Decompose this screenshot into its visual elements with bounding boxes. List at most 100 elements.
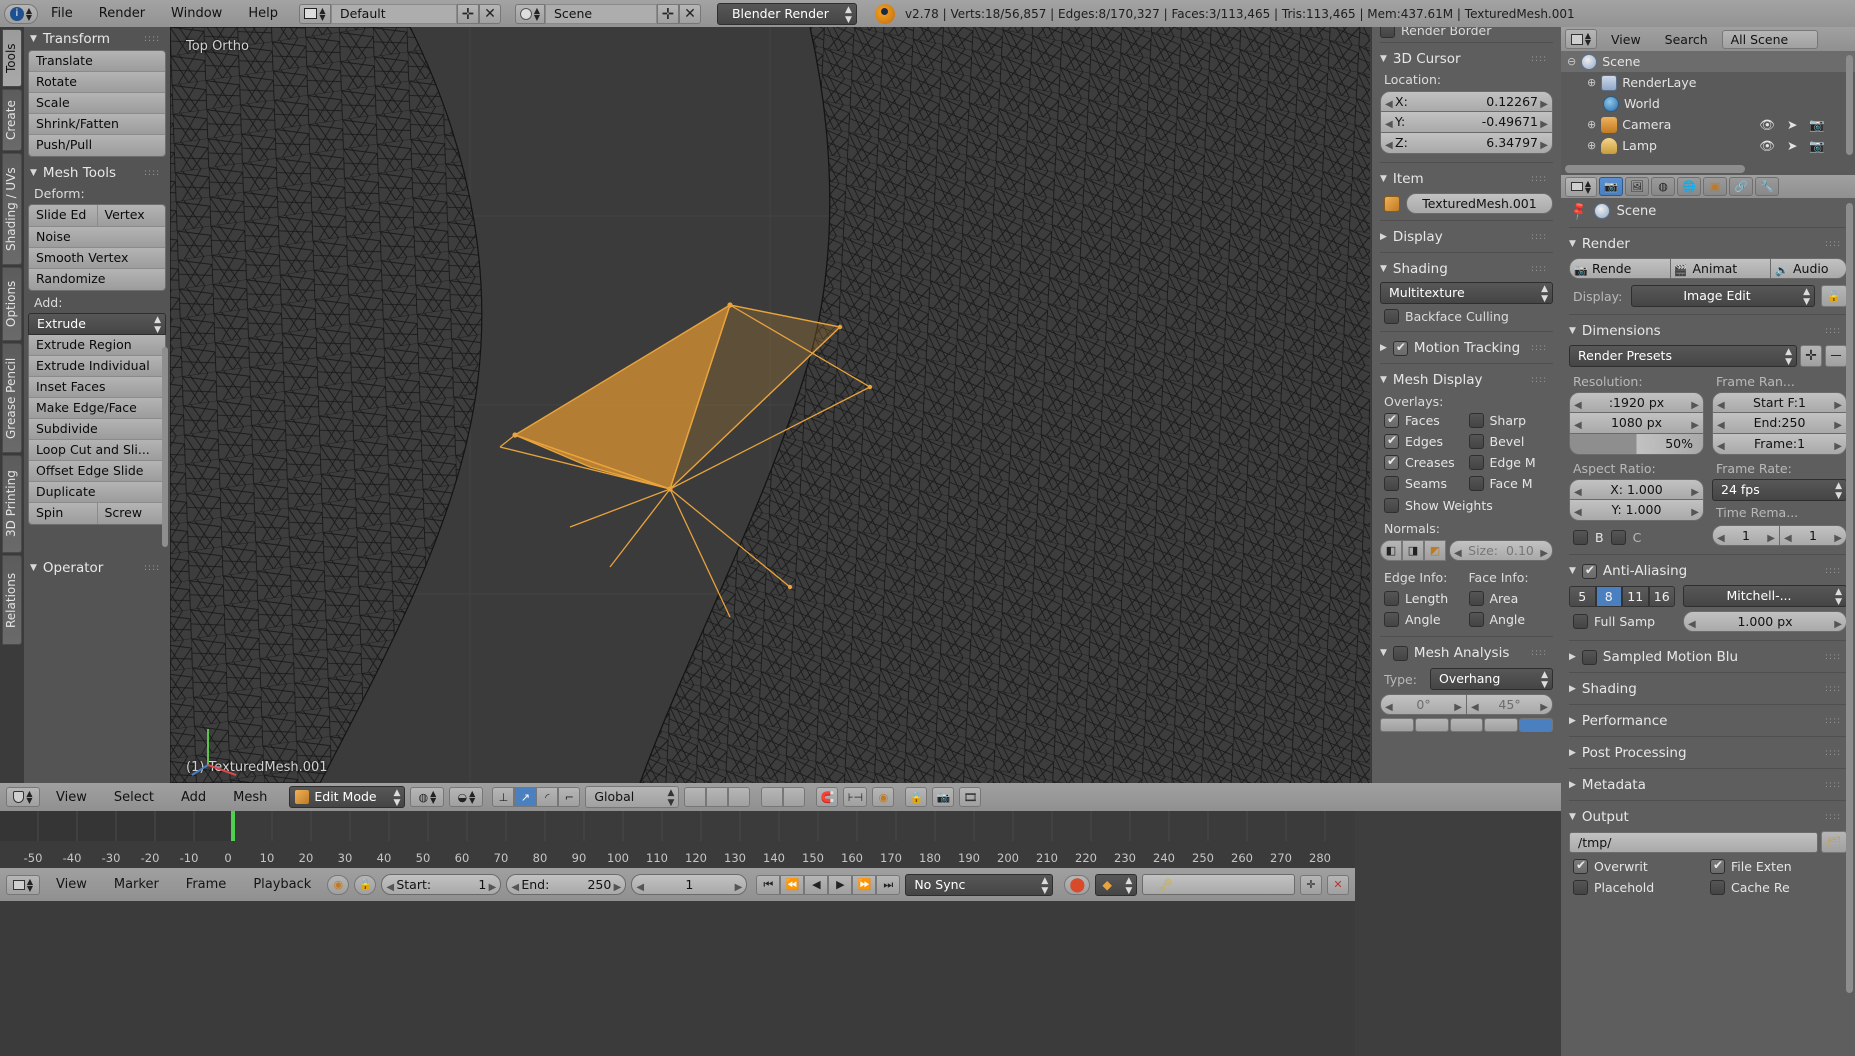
panel-header-dimensions[interactable]: ▼ Dimensions :::: bbox=[1569, 319, 1847, 342]
decrement-arrow-icon[interactable]: ◀ bbox=[1784, 529, 1792, 545]
normals-size-field[interactable]: ◀ Size: 0.10 ▶ bbox=[1449, 540, 1553, 561]
motion-tracking-checkbox[interactable] bbox=[1392, 340, 1408, 356]
increment-arrow-icon[interactable]: ▶ bbox=[1691, 416, 1699, 433]
outliner-row-scene[interactable]: ⊖ Scene bbox=[1561, 51, 1855, 72]
offset-edge-slide-button[interactable]: Offset Edge Slide bbox=[29, 461, 165, 482]
menu-help[interactable]: Help bbox=[235, 0, 291, 27]
add-screen-icon[interactable]: ✛ bbox=[456, 3, 479, 24]
outliner-row-world[interactable]: World bbox=[1561, 93, 1855, 114]
delete-screen-icon[interactable]: ✕ bbox=[478, 3, 501, 24]
menu-render[interactable]: Render bbox=[86, 0, 158, 27]
outliner-row-camera[interactable]: ⊕ Camera 👁 ➤ 📷 bbox=[1561, 114, 1855, 135]
properties-tab-modifiers[interactable]: 🔧 bbox=[1755, 177, 1779, 196]
layer-button-3[interactable] bbox=[728, 787, 751, 807]
analysis-min-angle-field[interactable]: ◀ 0° ▶ bbox=[1380, 694, 1467, 715]
layer-button-1[interactable] bbox=[684, 787, 707, 807]
extrude-region-button[interactable]: Extrude Region bbox=[29, 335, 165, 356]
decrement-arrow-icon[interactable]: ◀ bbox=[1385, 136, 1393, 153]
edges-checkbox[interactable] bbox=[1384, 433, 1399, 449]
auto-key-icon[interactable]: ◉ bbox=[327, 874, 350, 895]
properties-tab-constraints[interactable]: 🔗 bbox=[1729, 177, 1753, 196]
face-select-icon[interactable]: ◜ bbox=[536, 787, 559, 807]
tooltab-create[interactable]: Create bbox=[2, 89, 22, 151]
panel-header-operator[interactable]: ▼ Operator :::: bbox=[28, 556, 166, 579]
panel-header-render[interactable]: ▼ Render :::: bbox=[1569, 232, 1847, 255]
increment-arrow-icon[interactable]: ▶ bbox=[1834, 416, 1842, 433]
panel-header-shading[interactable]: ▼ Shading :::: bbox=[1380, 257, 1553, 280]
outliner-row-lamp[interactable]: ⊕ Lamp 👁 ➤ 📷 bbox=[1561, 135, 1855, 156]
outliner-editor[interactable]: ▲ ▼ View Search All Scene ⊖ Scene ⊕ Rende… bbox=[1561, 27, 1855, 175]
increment-arrow-icon[interactable]: ▶ bbox=[1540, 136, 1548, 153]
drag-grip-icon[interactable]: :::: bbox=[1531, 233, 1547, 242]
push-pull-button[interactable]: Push/Pull bbox=[29, 135, 165, 156]
drag-grip-icon[interactable]: :::: bbox=[1825, 781, 1841, 790]
render-border-checkbox[interactable] bbox=[1380, 27, 1395, 38]
screen-layout-name[interactable]: Default bbox=[330, 3, 457, 24]
file-extensions-row[interactable]: File Exten bbox=[1710, 858, 1847, 874]
drag-grip-icon[interactable]: :::: bbox=[1825, 685, 1841, 694]
aspect-x-field[interactable]: ◀ X: 1.000 ▶ bbox=[1569, 479, 1704, 500]
eye-icon[interactable]: 👁 bbox=[1759, 117, 1775, 133]
outliner-menu-search[interactable]: Search bbox=[1655, 32, 1718, 47]
frame-step-field[interactable]: ◀ Frame:1 ▶ bbox=[1712, 434, 1847, 455]
proportional-edit-icon[interactable]: ⌐ bbox=[558, 787, 581, 807]
play-icon[interactable]: ▶ bbox=[828, 874, 853, 895]
decrement-arrow-icon[interactable]: ◀ bbox=[1574, 503, 1582, 520]
sharp-checkbox[interactable] bbox=[1468, 413, 1484, 428]
cursor-y-field[interactable]: ◀ Y: -0.49671 ▶ bbox=[1380, 112, 1553, 133]
decrement-arrow-icon[interactable]: ◀ bbox=[1385, 115, 1393, 132]
increment-arrow-icon[interactable]: ▶ bbox=[1691, 503, 1699, 520]
tooltab-options[interactable]: Options bbox=[2, 267, 22, 341]
full-sample-checkbox[interactable] bbox=[1573, 614, 1588, 629]
decrement-arrow-icon[interactable]: ◀ bbox=[1574, 483, 1582, 499]
overlay-faces[interactable]: Faces bbox=[1384, 412, 1469, 428]
overlay-seams[interactable]: Seams bbox=[1384, 476, 1469, 491]
timeline-menu-marker[interactable]: Marker bbox=[103, 877, 170, 892]
tooltab-relations[interactable]: Relations bbox=[2, 555, 22, 645]
camera-render-icon[interactable]: 📷 bbox=[1809, 117, 1825, 133]
overlay-sharp[interactable]: Sharp bbox=[1468, 413, 1554, 428]
current-frame-field[interactable]: ◀ 1 ▶ bbox=[631, 874, 748, 895]
analysis-max-angle-field[interactable]: ◀ 45° ▶ bbox=[1467, 694, 1553, 715]
drag-grip-icon[interactable]: :::: bbox=[1825, 653, 1841, 662]
decrement-arrow-icon[interactable]: ◀ bbox=[1385, 95, 1393, 111]
split-normals-icon[interactable]: ◨ bbox=[1402, 540, 1424, 561]
decrement-arrow-icon[interactable]: ◀ bbox=[511, 878, 519, 894]
drag-grip-icon[interactable]: :::: bbox=[1825, 567, 1841, 576]
outliner-row-renderlayers[interactable]: ⊕ RenderLaye bbox=[1561, 72, 1855, 93]
panel-header-mesh-tools[interactable]: ▼ Mesh Tools :::: bbox=[28, 161, 166, 184]
properties-tab-render[interactable]: 📷 bbox=[1599, 177, 1623, 196]
increment-arrow-icon[interactable]: ▶ bbox=[1540, 698, 1548, 714]
color-ramp-swatch-4[interactable] bbox=[1484, 718, 1519, 732]
drag-grip-icon[interactable]: :::: bbox=[144, 35, 160, 44]
crop-checkbox[interactable] bbox=[1610, 529, 1626, 545]
viewport-shading-icon[interactable]: ◍ ▲ ▼ bbox=[410, 787, 445, 807]
creases-checkbox[interactable] bbox=[1384, 454, 1399, 470]
outliner-menu-view[interactable]: View bbox=[1601, 32, 1651, 47]
decrement-arrow-icon[interactable]: ◀ bbox=[1717, 396, 1725, 412]
aa-samples-8[interactable]: 8 bbox=[1595, 585, 1622, 607]
face-angle-checkbox[interactable] bbox=[1468, 612, 1484, 627]
next-keyframe-icon[interactable]: ⏩ bbox=[852, 874, 877, 895]
panel-header-post-processing[interactable]: ▶ Post Processing :::: bbox=[1569, 741, 1847, 764]
increment-arrow-icon[interactable]: ▶ bbox=[1691, 483, 1699, 499]
inset-faces-button[interactable]: Inset Faces bbox=[29, 377, 165, 398]
tooltab-shading-uvs[interactable]: Shading / UVs bbox=[2, 153, 22, 265]
cursor-z-field[interactable]: ◀ Z: 6.34797 ▶ bbox=[1380, 133, 1553, 154]
prev-keyframe-icon[interactable]: ⏪ bbox=[780, 874, 805, 895]
panel-header-performance[interactable]: ▶ Performance :::: bbox=[1569, 709, 1847, 732]
increment-arrow-icon[interactable]: ▶ bbox=[614, 878, 622, 894]
scene-icon[interactable]: ▲ ▼ bbox=[514, 3, 545, 24]
panel-header-motion-tracking[interactable]: ▶ Motion Tracking :::: bbox=[1380, 336, 1553, 359]
tooltab-grease-pencil[interactable]: Grease Pencil bbox=[2, 343, 22, 453]
frame-rate-select[interactable]: 24 fps ▲ ▼ bbox=[1712, 479, 1847, 501]
full-sample-row[interactable]: Full Samp bbox=[1569, 614, 1675, 629]
transform-orientation-select[interactable]: Global ▲ ▼ bbox=[585, 786, 680, 808]
eye-icon[interactable]: 👁 bbox=[1759, 138, 1775, 154]
proportional-falloff-icon[interactable]: ◉ bbox=[872, 787, 895, 807]
drag-grip-icon[interactable]: :::: bbox=[1825, 813, 1841, 822]
decrement-arrow-icon[interactable]: ◀ bbox=[1717, 437, 1725, 454]
drag-grip-icon[interactable]: :::: bbox=[1825, 749, 1841, 758]
render-border-row[interactable]: Render Border bbox=[1380, 27, 1553, 38]
add-preset-icon[interactable]: ✛ bbox=[1800, 345, 1822, 367]
